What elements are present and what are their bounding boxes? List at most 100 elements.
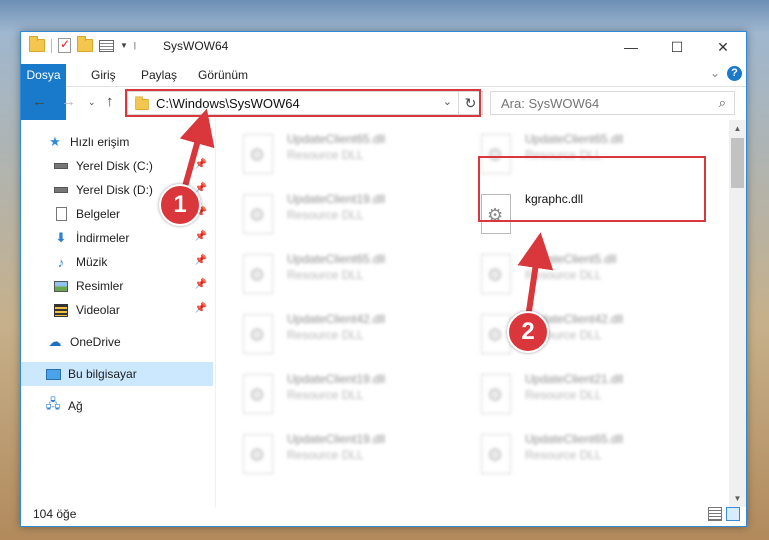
minimize-button[interactable]: — [608,32,654,62]
dll-file-icon [243,374,273,414]
file-name: UpdateClient21.dll [525,372,624,386]
dll-file-icon [243,314,273,354]
item-count: 104 öğe [33,507,77,521]
tab-paylas[interactable]: Paylaş [141,64,177,86]
sidebar-item-label: OneDrive [70,335,121,349]
recent-locations-chevron-icon[interactable]: ⌄ [88,97,96,108]
file-item[interactable]: UpdateClient5.dll Resource DLL [469,248,699,304]
help-icon[interactable]: ? [727,66,742,81]
navigation-bar: ← → ⌄ ↑ C:\Windows\SysWOW64 ⌄ ↻ ⌕ [21,88,746,118]
cloud-icon: ☁ [48,334,62,349]
file-item[interactable]: UpdateClient65.dll Resource DLL [469,428,699,484]
up-arrow-icon[interactable]: ↑ [106,93,114,110]
scroll-up-icon[interactable]: ▲ [729,120,746,137]
step-1-badge: 1 [159,184,201,226]
ribbon: Dosya Giriş Paylaş Görünüm ⌄ ? [21,62,746,120]
file-type: Resource DLL [287,448,364,462]
file-item[interactable]: UpdateClient19.dll Resource DLL [231,368,461,424]
maximize-button[interactable]: ☐ [654,32,700,62]
close-button[interactable]: ✕ [700,32,746,62]
video-icon [53,302,69,318]
forward-arrow-icon[interactable]: → [61,93,76,110]
file-type: Resource DLL [525,268,602,282]
file-item[interactable]: UpdateClient19.dll Resource DLL [231,188,461,244]
document-icon [53,206,69,222]
pin-icon[interactable]: 📌 [195,255,207,266]
window-controls: — ☐ ✕ [608,32,746,62]
sidebar-item-label: Yerel Disk (C:) [76,159,153,173]
sidebar-item-label: İndirmeler [76,231,130,245]
properties-icon[interactable] [99,39,114,52]
sidebar-item-videos[interactable]: Videolar 📌 [21,298,213,322]
dll-file-icon [243,434,273,474]
scroll-thumb[interactable] [731,138,744,188]
vertical-scrollbar[interactable]: ▲ ▼ [729,120,746,507]
sidebar-item-pictures[interactable]: Resimler 📌 [21,274,213,298]
pin-icon[interactable]: 📌 [195,279,207,290]
file-name: UpdateClient5.dll [525,252,617,266]
sidebar-item-quick-access[interactable]: ★ Hızlı erişim [21,130,213,154]
dll-file-icon [481,254,511,294]
search-icon[interactable]: ⌕ [719,95,726,111]
tab-gorunum[interactable]: Görünüm [198,64,248,86]
explorer-window: ▼ | SysWOW64 — ☐ ✕ Dosya Giriş Paylaş Gö… [20,31,747,527]
computer-icon [45,366,61,382]
pin-icon[interactable]: 📌 [195,303,207,314]
window-title: SysWOW64 [163,39,229,53]
file-item[interactable]: UpdateClient65.dll Resource DLL [231,128,461,184]
large-icons-view-icon[interactable] [726,507,740,521]
sidebar-item-label: Bu bilgisayar [68,367,137,381]
properties-check-icon[interactable] [58,37,71,53]
file-type: Resource DLL [287,268,364,282]
sidebar-item-label: Yerel Disk (D:) [76,183,153,197]
sidebar-item-network[interactable]: 🖧 Ağ [21,394,213,418]
file-name: UpdateClient42.dll [287,312,386,326]
new-folder-icon[interactable] [77,36,93,52]
file-type: Resource DLL [525,388,602,402]
file-type: Resource DLL [287,328,364,342]
sidebar-item-label: Hızlı erişim [70,135,130,149]
back-arrow-icon[interactable]: ← [32,93,47,110]
file-item[interactable]: UpdateClient65.dll Resource DLL [231,248,461,304]
file-item[interactable]: UpdateClient42.dll Resource DLL [469,308,699,364]
pin-icon[interactable]: 📌 [195,231,207,242]
ribbon-expand-chevron-icon[interactable]: ⌄ [710,66,720,80]
customize-toolbar-arrow-icon[interactable]: ▼ [120,41,128,50]
toolbar-separator [51,38,52,53]
dll-file-icon [243,134,273,174]
file-name: UpdateClient65.dll [525,132,624,146]
sidebar-item-label: Müzik [76,255,108,269]
pin-icon[interactable]: 📌 [195,159,207,170]
navigation-pane: ★ Hızlı erişim Yerel Disk (C:) 📌 Yerel D… [21,122,213,507]
sidebar-item-label: Ağ [68,399,83,413]
file-item[interactable]: UpdateClient21.dll Resource DLL [469,368,699,424]
file-item[interactable]: UpdateClient42.dll Resource DLL [231,308,461,364]
file-name: UpdateClient19.dll [287,192,386,206]
file-type: Resource DLL [287,208,364,222]
step-2-badge: 2 [507,311,549,353]
sidebar-item-onedrive[interactable]: ☁ OneDrive [21,330,213,354]
dll-file-icon [243,254,273,294]
sidebar-item-disk-c[interactable]: Yerel Disk (C:) 📌 [21,154,213,178]
sidebar-item-downloads[interactable]: ⬇ İndirmeler 📌 [21,226,213,250]
pane-divider[interactable] [215,118,216,508]
sidebar-item-label: Belgeler [76,207,121,221]
title-bar: ▼ | SysWOW64 — ☐ ✕ [21,32,746,62]
tab-giris[interactable]: Giriş [91,64,116,86]
details-view-icon[interactable] [708,507,722,521]
file-type: Resource DLL [287,388,364,402]
file-name: UpdateClient19.dll [287,432,386,446]
sidebar-item-this-pc[interactable]: Bu bilgisayar [21,362,213,386]
download-icon: ⬇ [55,230,67,245]
search-box[interactable]: ⌕ [490,91,735,115]
file-item[interactable]: UpdateClient19.dll Resource DLL [231,428,461,484]
search-input[interactable] [491,92,691,114]
drive-icon [53,158,69,174]
toolbar-divider-icon: | [133,41,136,50]
view-toggle [708,507,740,521]
folder-icon [29,36,45,52]
sidebar-item-music[interactable]: ♪ Müzik 📌 [21,250,213,274]
dll-file-icon [481,374,511,414]
file-name: UpdateClient19.dll [287,372,386,386]
status-bar: 104 öğe [21,504,746,526]
